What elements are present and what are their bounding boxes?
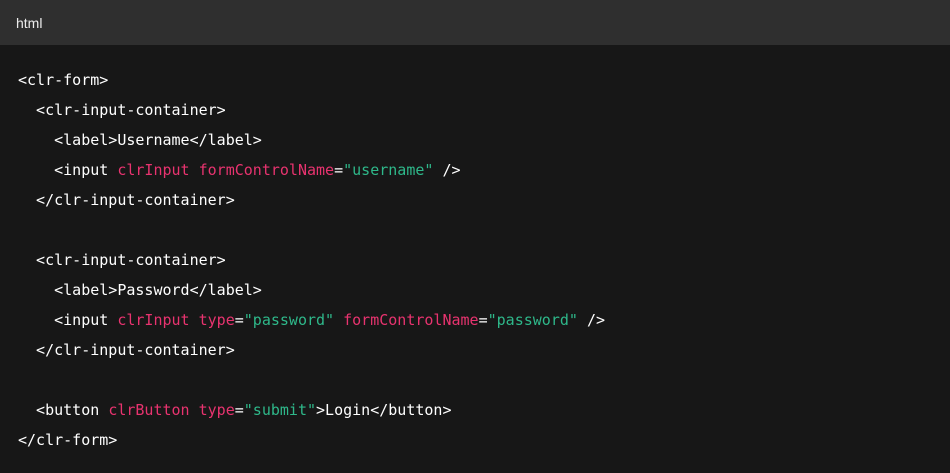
code-line: <label>Username</label>	[18, 125, 950, 155]
code-token-tag: </clr-input-container>	[18, 341, 235, 359]
code-token-string: "password"	[487, 311, 578, 329]
code-block-header: html	[0, 0, 950, 45]
code-token-attribute: formControlName	[198, 161, 335, 179]
code-token-tag: =	[234, 311, 244, 329]
code-token-string: "password"	[243, 311, 335, 329]
code-token-tag: </clr-form>	[18, 431, 118, 449]
code-content[interactable]: <clr-form> <clr-input-container> <label>…	[18, 65, 950, 455]
code-token-string: "submit"	[243, 401, 317, 419]
code-token-tag: =	[478, 311, 488, 329]
code-token-tag: =	[234, 401, 244, 419]
code-line: </clr-input-container>	[18, 185, 950, 215]
code-token-attribute: clrInput	[117, 161, 190, 179]
code-token-tag: <label>Username</label>	[18, 131, 262, 149]
language-label: html	[16, 14, 43, 31]
code-token-tag	[334, 311, 343, 329]
code-token-tag: />	[433, 161, 461, 179]
code-token-attribute: formControlName	[343, 311, 479, 329]
code-token-string: "username"	[343, 161, 434, 179]
code-token-tag: =	[334, 161, 344, 179]
code-token-tag	[190, 401, 199, 419]
code-token-tag: <clr-input-container>	[18, 101, 226, 119]
code-token-tag: />	[577, 311, 606, 329]
code-line: </clr-input-container>	[18, 335, 950, 365]
code-token-tag: <clr-form>	[18, 71, 109, 89]
code-token-attribute: type	[198, 311, 235, 329]
code-token-tag: <clr-input-container>	[18, 251, 226, 269]
code-token-tag: <label>Password</label>	[18, 281, 262, 299]
code-token-attribute: type	[198, 401, 235, 419]
code-body[interactable]: <clr-form> <clr-input-container> <label>…	[0, 45, 950, 455]
code-line: <label>Password</label>	[18, 275, 950, 305]
code-line: <button clrButton type="submit">Login</b…	[18, 395, 950, 425]
code-block: html <clr-form> <clr-input-container> <l…	[0, 0, 950, 473]
code-token-attribute: clrButton	[108, 401, 190, 419]
code-line: <clr-input-container>	[18, 95, 950, 125]
code-token-tag: </clr-input-container>	[18, 191, 235, 209]
code-line: <input clrInput type="password" formCont…	[18, 305, 950, 335]
code-token-tag: >Login</button>	[316, 401, 452, 419]
code-line: <clr-input-container>	[18, 245, 950, 275]
code-token-attribute: clrInput	[117, 311, 190, 329]
code-line: <clr-form>	[18, 65, 950, 95]
code-token-tag	[190, 161, 199, 179]
code-line: </clr-form>	[18, 425, 950, 455]
code-token-tag	[190, 311, 199, 329]
code-token-tag: <button	[18, 401, 109, 419]
code-token-tag: <input	[18, 161, 118, 179]
code-token-tag: <input	[18, 311, 118, 329]
code-line: <input clrInput formControlName="usernam…	[18, 155, 950, 185]
